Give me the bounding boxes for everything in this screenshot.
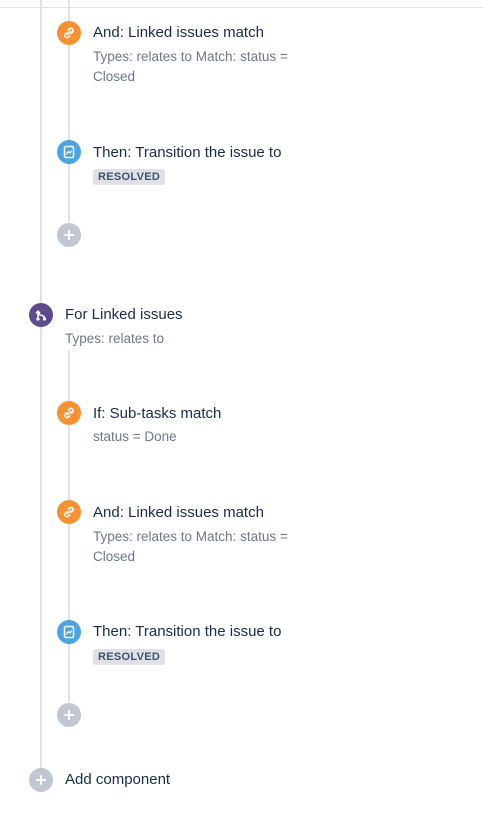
status-lozenge: RESOLVED [93,169,166,185]
link-icon [57,21,81,45]
main-flow-line [40,0,42,770]
top-divider [0,7,483,8]
step-title: And: Linked issues match [93,24,264,41]
branch-description: Types: relates to [65,331,165,346]
branch-icon [29,303,53,327]
plus-icon [29,768,53,792]
transition-icon [57,620,81,644]
step-description: Types: relates to Match: status = Closed [93,529,288,564]
transition-icon [57,140,81,164]
step-title: And: Linked issues match [93,504,264,521]
add-component-label: Add component [65,771,171,788]
plus-icon[interactable] [57,703,81,727]
step-title: Then: Transition the issue to [93,144,282,161]
branch-title: For Linked issues [65,306,183,323]
step-title: If: Sub-tasks match [93,405,222,422]
link-icon [57,401,81,425]
step-description: Types: relates to Match: status = Closed [93,49,288,84]
status-lozenge: RESOLVED [93,649,166,665]
plus-icon[interactable] [57,223,81,247]
link-icon [57,500,81,524]
step-description: status = Done [93,429,177,444]
step-title: Then: Transition the issue to [93,623,282,640]
